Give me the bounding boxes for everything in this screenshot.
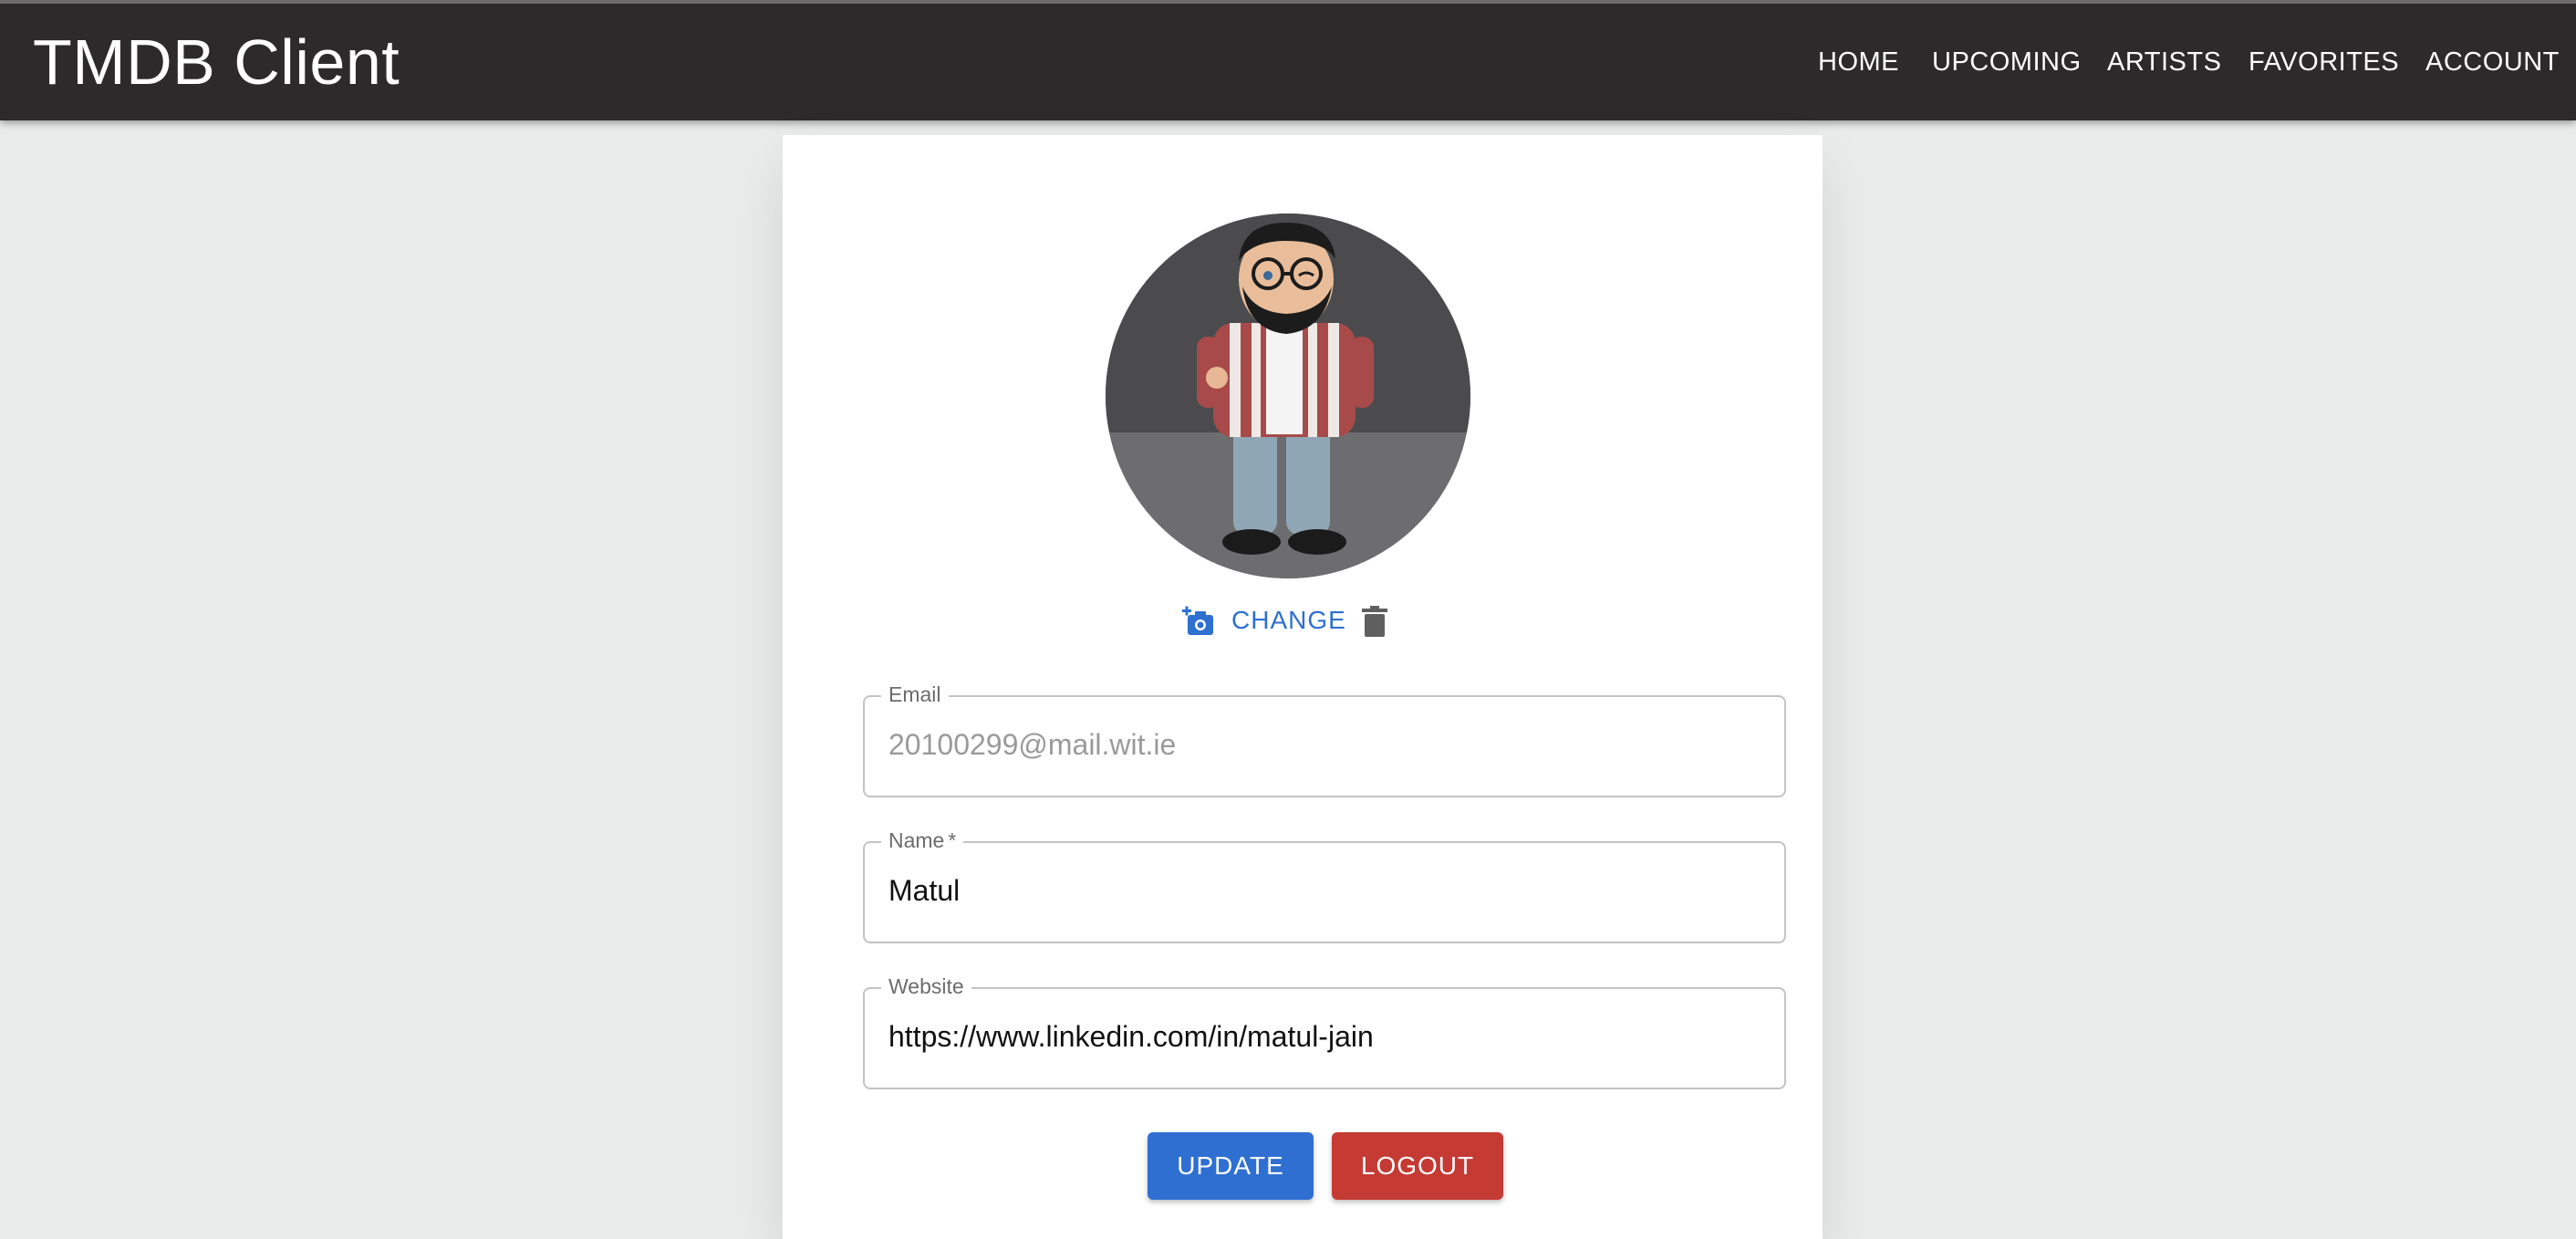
name-input[interactable] [888, 874, 1764, 908]
nav-home[interactable]: HOME [1818, 47, 1899, 78]
name-label: Name * [881, 828, 964, 853]
trash-icon[interactable] [1361, 606, 1388, 637]
logout-button[interactable]: LOGOUT [1332, 1132, 1503, 1200]
app-bar: TMDB Client HOME UPCOMING ARTISTS FAVORI… [0, 0, 2576, 120]
nav-artists[interactable]: ARTISTS [2107, 47, 2221, 78]
website-input[interactable] [888, 1020, 1764, 1054]
add-a-photo-icon[interactable] [1182, 606, 1215, 637]
account-card: CHANGE Email Name* Website UPDATE LOGOUT [783, 135, 1823, 1239]
website-field[interactable]: Website [863, 974, 1786, 1089]
update-button[interactable]: UPDATE [1148, 1132, 1314, 1200]
avatar [1106, 213, 1470, 578]
name-label-text: Name [888, 828, 945, 852]
email-field[interactable]: Email [863, 682, 1786, 797]
change-photo-button[interactable]: CHANGE [1231, 606, 1346, 635]
nav-favorites[interactable]: FAVORITES [2249, 47, 2399, 78]
website-label: Website [881, 974, 971, 999]
nav-upcoming[interactable]: UPCOMING [1932, 47, 2082, 78]
required-mark: * [948, 828, 957, 852]
main-nav: HOME UPCOMING ARTISTS FAVORITES ACCOUNT [0, 47, 2576, 84]
photo-actions: CHANGE [783, 604, 1823, 640]
email-input[interactable] [888, 728, 1764, 762]
name-field[interactable]: Name * [863, 828, 1786, 943]
nav-account[interactable]: ACCOUNT [2425, 47, 2560, 78]
email-label: Email [881, 682, 949, 707]
